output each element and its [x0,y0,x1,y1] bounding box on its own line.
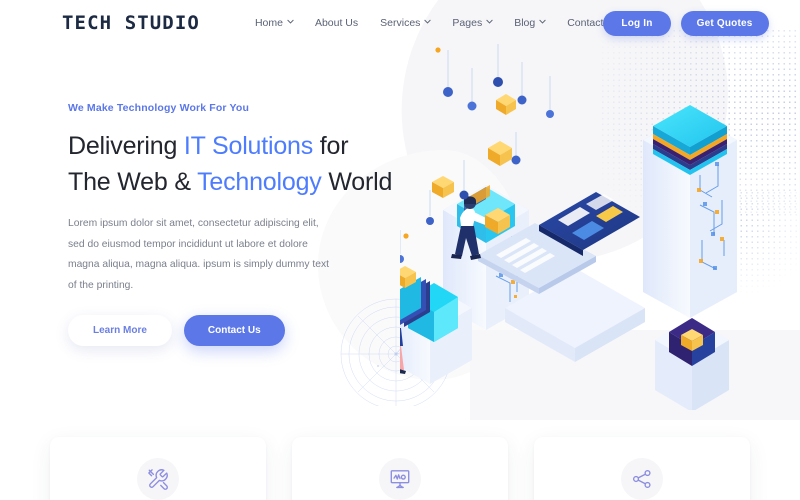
feature-card-share[interactable] [534,437,750,500]
headline-text: Delivering [68,132,184,160]
chevron-down-icon [539,19,546,25]
headline-text: for [313,132,349,160]
headline-text: World [321,167,393,196]
header-actions: Log In Get Quotes [603,10,769,36]
chevron-down-icon [486,19,493,25]
nav-item-label: Blog [514,17,536,29]
nav-item-blog[interactable]: Blog [514,17,546,29]
nav-item-label: Contact [567,17,604,29]
nav-item-contact[interactable]: Contact [567,17,603,29]
chevron-down-icon [424,19,432,25]
headline-text: The Web & [68,167,198,196]
nav-item-services[interactable]: Services [380,17,432,29]
headline-line-1: Delivering IT Solutions for [68,129,400,165]
illustration-pedestal-right [655,318,729,410]
nav-item-label: About Us [314,17,359,29]
nav-item-label: Services [380,17,421,29]
share-network-icon [632,469,651,489]
hero-paragraph: Lorem ipsum dolor sit amet, consectetur … [68,218,329,291]
brand-logo[interactable]: TECH STUDIO [62,12,200,34]
chevron-down-icon [287,19,294,25]
tools-icon [148,469,168,490]
nav-item-pages[interactable]: Pages [452,17,493,29]
feature-cards-row [0,437,800,500]
icon-background-circle [621,458,663,500]
nav-item-label: Home [254,17,283,29]
nav-item-label: Pages [452,17,483,29]
login-button[interactable]: Log In [603,10,671,36]
landing-page: TECH STUDIO Home About Us Services Pages [0,0,800,500]
headline-line-2: The Web & Technology World [68,165,400,201]
page-title: Delivering IT Solutions for The Web & Te… [68,129,400,200]
presentation-chart-icon [390,470,410,489]
hero-section: We Make Technology Work For You Deliveri… [0,46,400,347]
icon-background-circle [137,458,179,500]
hero-cta-group: Learn More Contact Us [68,315,400,347]
hero-illustration [400,44,737,410]
headline-accent: Technology [197,167,322,196]
learn-more-button[interactable]: Learn More [68,315,172,347]
hero-eyebrow: We Make Technology Work For You [68,102,250,114]
main-navigation: Home About Us Services Pages Blog Contac… [255,17,603,29]
site-header: TECH STUDIO Home About Us Services Pages [0,0,800,46]
headline-accent: IT Solutions [183,132,314,160]
nav-item-home[interactable]: Home [254,17,294,29]
contact-us-button[interactable]: Contact Us [183,315,285,347]
feature-card-presentation[interactable] [292,437,508,500]
nav-item-about-us[interactable]: About Us [315,17,358,29]
icon-background-circle [379,458,421,500]
get-quotes-button[interactable]: Get Quotes [680,10,769,36]
illustration-pillar-tall [643,105,737,318]
feature-card-tools[interactable] [50,437,266,500]
